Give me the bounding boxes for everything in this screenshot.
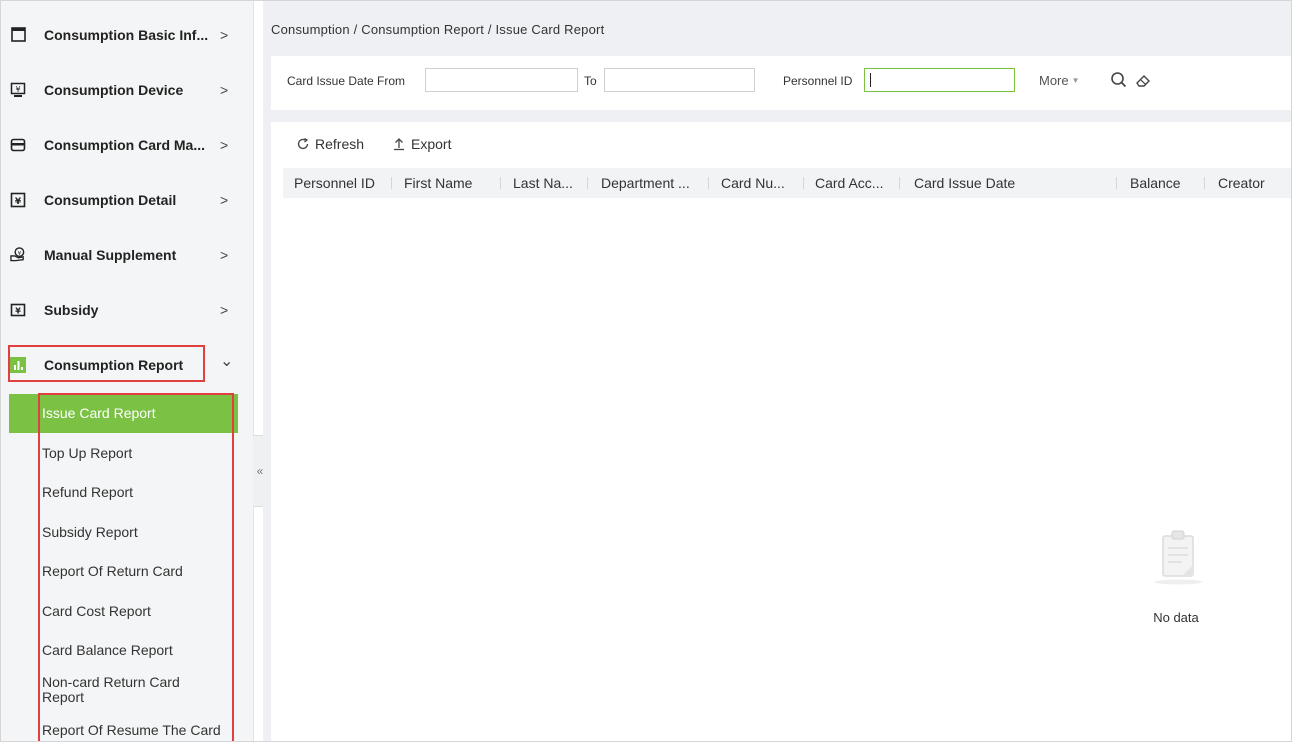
submenu-label: Subsidy Report xyxy=(42,524,138,540)
sidebar-item-subsidy[interactable]: ¥ Subsidy > xyxy=(1,282,253,337)
column-header-first-name[interactable]: First Name xyxy=(404,175,472,191)
sidebar-item-consumption-device[interactable]: ¥ Consumption Device > xyxy=(1,62,253,117)
submenu-subsidy-report[interactable]: Subsidy Report xyxy=(9,513,238,552)
chevron-right-icon: > xyxy=(220,246,229,263)
submenu-label: Issue Card Report xyxy=(42,405,156,421)
breadcrumb: Consumption / Consumption Report / Issue… xyxy=(271,22,605,37)
date-to-label: To xyxy=(584,74,597,88)
submenu-refund-report[interactable]: Refund Report xyxy=(9,473,238,512)
sidebar-item-label: Consumption Report xyxy=(44,356,184,373)
chevron-right-icon: > xyxy=(220,81,229,98)
refresh-icon xyxy=(297,137,309,150)
yen-document-icon: ¥ xyxy=(10,192,26,208)
submenu-non-card-return-card-report[interactable]: Non-card Return Card Report xyxy=(9,671,238,709)
column-header-card-issue-date[interactable]: Card Issue Date xyxy=(914,175,1015,191)
svg-text:¥: ¥ xyxy=(15,85,20,94)
chevron-right-icon: > xyxy=(220,136,229,153)
submenu-report-of-resume-the-card[interactable]: Report Of Resume The Card xyxy=(9,711,238,741)
submenu-card-balance-report[interactable]: Card Balance Report xyxy=(9,631,238,670)
column-header-last-name[interactable]: Last Na... xyxy=(513,175,573,191)
column-header-balance[interactable]: Balance xyxy=(1130,175,1181,191)
export-icon xyxy=(394,138,404,151)
svg-text:¥: ¥ xyxy=(15,197,22,207)
sidebar-item-label: Consumption Detail xyxy=(44,191,177,208)
empty-clipboard-icon xyxy=(1154,530,1202,585)
refresh-label: Refresh xyxy=(315,136,365,152)
submenu-label: Report Of Resume The Card xyxy=(42,721,221,738)
submenu-top-up-report[interactable]: Top Up Report xyxy=(9,434,238,473)
column-divider xyxy=(899,177,900,189)
export-label: Export xyxy=(411,136,452,152)
sidebar-item-consumption-card-management[interactable]: Consumption Card Ma... > xyxy=(1,117,253,172)
sidebar-item-label: Consumption Card Ma... xyxy=(44,136,205,153)
more-label: More xyxy=(1039,73,1069,88)
empty-state: No data xyxy=(1141,522,1211,625)
chevron-right-icon: > xyxy=(220,191,229,208)
chevron-right-icon: > xyxy=(220,26,229,43)
column-divider xyxy=(803,177,804,189)
column-header-creator[interactable]: Creator xyxy=(1218,175,1265,191)
sidebar-item-label: Consumption Device xyxy=(44,81,184,98)
column-divider xyxy=(587,177,588,189)
sidebar-item-manual-supplement[interactable]: ¥ Manual Supplement > xyxy=(1,227,253,282)
export-button[interactable]: Export xyxy=(392,136,451,152)
date-to-input[interactable] xyxy=(604,68,755,92)
device-icon: ¥ xyxy=(10,82,26,98)
hand-coin-icon: ¥ xyxy=(10,247,26,263)
personnel-id-label: Personnel ID xyxy=(783,74,853,88)
more-filters-dropdown[interactable]: More ▼ xyxy=(1039,73,1080,88)
clear-eraser-icon[interactable] xyxy=(1134,70,1154,90)
sidebar-item-label: Manual Supplement xyxy=(44,246,177,263)
date-from-label: Card Issue Date From xyxy=(287,74,406,88)
grid-panel: Refresh Export Personnel ID First Name L… xyxy=(271,122,1291,741)
column-divider xyxy=(1116,177,1117,189)
sidebar-item-label: Consumption Basic Inf... xyxy=(44,26,209,43)
text-cursor xyxy=(870,73,871,87)
submenu-label: Card Balance Report xyxy=(42,642,173,658)
sidebar: Consumption Basic Inf... > ¥ Consumption… xyxy=(1,1,254,741)
column-divider xyxy=(500,177,501,189)
sidebar-item-consumption-detail[interactable]: ¥ Consumption Detail > xyxy=(1,172,253,227)
subsidy-icon: ¥ xyxy=(10,302,26,318)
submenu-report-of-return-card[interactable]: Report Of Return Card xyxy=(9,552,238,591)
svg-text:¥: ¥ xyxy=(15,306,21,315)
submenu-label: Top Up Report xyxy=(42,445,133,461)
app-frame: Consumption Basic Inf... > ¥ Consumption… xyxy=(0,0,1292,742)
personnel-id-input[interactable] xyxy=(864,68,1015,92)
sidebar-item-label: Subsidy xyxy=(44,301,99,318)
submenu-label: Refund Report xyxy=(42,484,134,500)
caret-down-icon: ▼ xyxy=(1071,76,1080,85)
date-from-input[interactable] xyxy=(425,68,578,92)
svg-text:¥: ¥ xyxy=(18,251,22,257)
submenu-label: Report Of Return Card xyxy=(42,563,183,579)
column-header-card-account[interactable]: Card Acc... xyxy=(815,175,883,191)
table-header: Personnel ID First Name Last Na... Depar… xyxy=(283,168,1291,198)
submenu-label: Non-card Return Card Report xyxy=(42,674,180,705)
column-divider xyxy=(1204,177,1205,189)
card-icon xyxy=(10,137,26,153)
sidebar-item-consumption-report[interactable]: Consumption Report ⌄ xyxy=(1,337,253,392)
column-divider xyxy=(391,177,392,189)
window-icon xyxy=(10,27,26,43)
sidebar-item-consumption-basic-info[interactable]: Consumption Basic Inf... > xyxy=(1,7,253,62)
column-divider xyxy=(708,177,709,189)
no-data-text: No data xyxy=(1153,610,1199,625)
main-content: Consumption / Consumption Report / Issue… xyxy=(263,1,1291,741)
column-header-department[interactable]: Department ... xyxy=(601,175,690,191)
column-header-personnel-id[interactable]: Personnel ID xyxy=(294,175,375,191)
chevron-down-icon: ⌄ xyxy=(220,353,234,370)
refresh-button[interactable]: Refresh xyxy=(296,136,364,152)
submenu-card-cost-report[interactable]: Card Cost Report xyxy=(9,592,238,631)
filter-panel: Card Issue Date From To Personnel ID Mor… xyxy=(271,56,1291,110)
column-header-card-number[interactable]: Card Nu... xyxy=(721,175,785,191)
submenu-issue-card-report[interactable]: Issue Card Report xyxy=(9,394,238,433)
bar-chart-icon xyxy=(10,356,26,373)
search-icon[interactable] xyxy=(1109,70,1129,90)
chevron-right-icon: > xyxy=(220,301,229,318)
submenu-label: Card Cost Report xyxy=(42,603,151,619)
